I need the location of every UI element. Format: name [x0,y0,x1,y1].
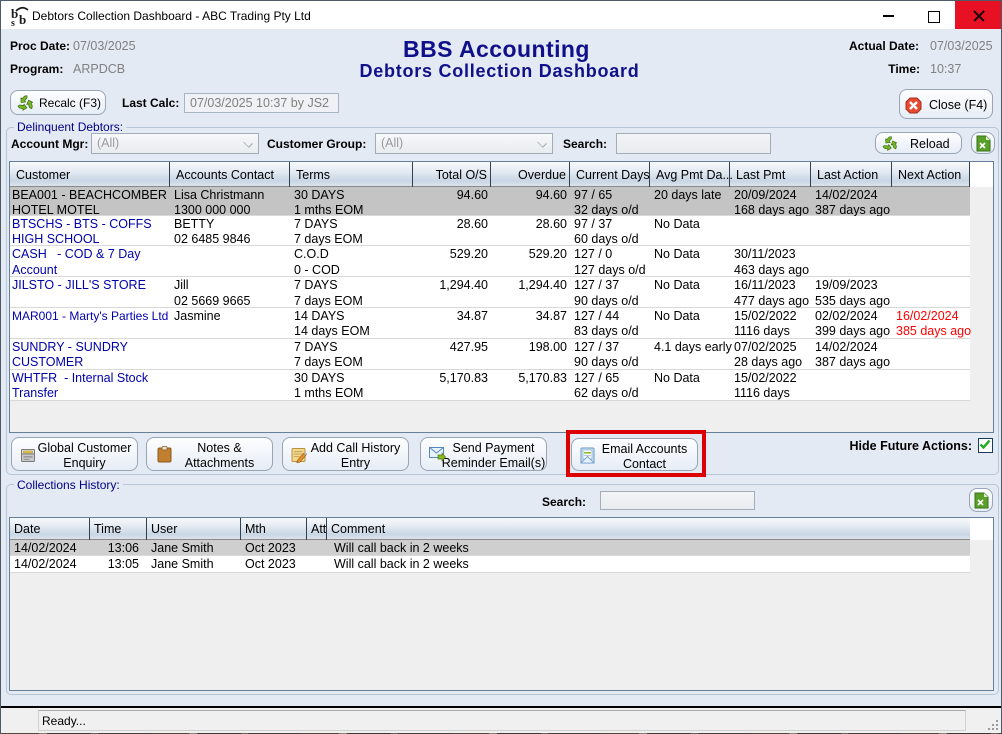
svg-text:s: s [11,18,15,27]
svg-text:b: b [19,12,26,27]
